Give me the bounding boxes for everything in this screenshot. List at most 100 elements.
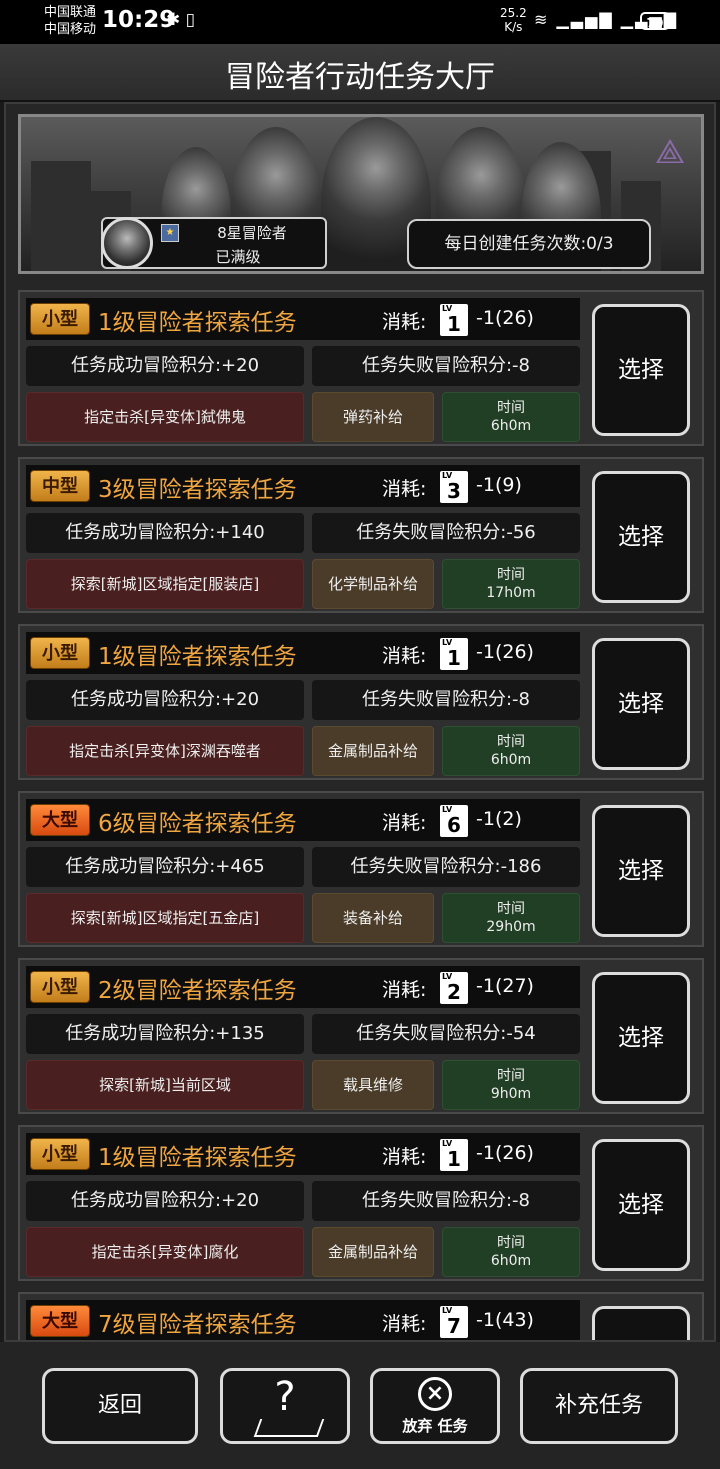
task-duration: 时间 17h0m	[442, 559, 580, 609]
level-number: 1	[447, 646, 461, 670]
select-task-button[interactable]	[592, 1306, 690, 1340]
select-task-button[interactable]: 选择	[592, 805, 690, 937]
level-card-icon: LV 1	[440, 638, 468, 670]
task-duration: 时间 29h0m	[442, 893, 580, 943]
time-label: 时间	[497, 901, 525, 917]
back-button[interactable]: 返回	[42, 1368, 198, 1444]
clock: 10:29	[102, 7, 176, 33]
cost-label: 消耗:	[382, 311, 427, 333]
supply-reward: 装备补给	[312, 893, 434, 943]
task-duration: 时间 6h0m	[442, 726, 580, 776]
task-duration: 时间 9h0m	[442, 1060, 580, 1110]
cost-label: 消耗:	[382, 812, 427, 834]
success-score: 任务成功冒险积分:+135	[26, 1014, 304, 1054]
level-card-icon: LV 1	[440, 304, 468, 336]
supply-reward: 载具维修	[312, 1060, 434, 1110]
task-target: 指定击杀[异变体]腐化	[26, 1227, 304, 1277]
level-number: 2	[447, 980, 461, 1004]
task-size-badge: 小型	[30, 637, 90, 669]
rank-name: 8星冒险者	[217, 224, 287, 242]
fail-score: 任务失败冒险积分:-8	[312, 1181, 580, 1221]
rank-star-icon: ★	[161, 224, 179, 242]
task-size-badge: 中型	[30, 470, 90, 502]
fail-score: 任务失败冒险积分:-56	[312, 513, 580, 553]
time-value: 17h0m	[486, 585, 536, 601]
cost-value: -1(2)	[476, 808, 522, 830]
fail-score: 任务失败冒险积分:-54	[312, 1014, 580, 1054]
level-card-icon: LV 7	[440, 1306, 468, 1338]
cost-value: -1(43)	[476, 1309, 534, 1331]
level-number: 7	[447, 1314, 461, 1338]
task-name: 2级冒险者探索任务	[98, 978, 297, 1004]
task-card: 小型 1级冒险者探索任务 消耗: LV 1 -1(26) 任务成功冒险积分:+20 任务失败冒…	[18, 1125, 704, 1281]
success-score: 任务成功冒险积分:+140	[26, 513, 304, 553]
task-name: 1级冒险者探索任务	[98, 310, 297, 336]
level-number: 6	[447, 813, 461, 837]
carrier-1: 中国联通	[44, 5, 97, 20]
task-card: 大型 7级冒险者探索任务 消耗: LV 7 -1(43)	[18, 1292, 704, 1340]
fail-score: 任务失败冒险积分:-8	[312, 680, 580, 720]
select-task-button[interactable]: 选择	[592, 638, 690, 770]
select-task-button[interactable]: 选择	[592, 1139, 690, 1271]
abandon-task-button[interactable]: × 放弃 任务	[370, 1368, 500, 1444]
time-value: 6h0m	[490, 418, 532, 434]
supply-reward: 金属制品补给	[312, 726, 434, 776]
task-hall-panel: ⟁ ★ 8星冒险者 已满级 每日创建任务次数:0/3 小型 1级冒险者探索任务 消耗…	[4, 102, 716, 1342]
bluetooth-vibrate-icons: ✱ ▯	[166, 10, 196, 30]
replenish-task-button[interactable]: 补充任务	[520, 1368, 678, 1444]
success-score: 任务成功冒险积分:+465	[26, 847, 304, 887]
triangle-emblem-icon: ⟁	[654, 132, 686, 172]
supply-reward: 弹药补给	[312, 392, 434, 442]
time-value: 9h0m	[490, 1086, 532, 1102]
cost-label: 消耗:	[382, 1313, 427, 1335]
task-size-badge: 小型	[30, 1138, 90, 1170]
question-map-icon: ?	[274, 1374, 296, 1420]
cost-value: -1(9)	[476, 474, 522, 496]
supply-reward: 化学制品补给	[312, 559, 434, 609]
time-value: 29h0m	[486, 919, 536, 935]
task-name: 1级冒险者探索任务	[98, 644, 297, 670]
task-target: 探索[新城]当前区域	[26, 1060, 304, 1110]
level-status: 已满级	[215, 248, 261, 266]
abandon-label: 放弃 任务	[402, 1417, 468, 1435]
task-size-badge: 小型	[30, 303, 90, 335]
task-name: 3级冒险者探索任务	[98, 477, 297, 503]
select-task-button[interactable]: 选择	[592, 471, 690, 603]
level-card-icon: LV 1	[440, 1139, 468, 1171]
task-duration: 时间 6h0m	[442, 1227, 580, 1277]
rank-panel[interactable]: ★ 8星冒险者 已满级	[101, 217, 327, 269]
fail-score: 任务失败冒险积分:-186	[312, 847, 580, 887]
title-bar: 冒险者行动任务大厅	[0, 44, 720, 102]
level-card-icon: LV 6	[440, 805, 468, 837]
time-label: 时间	[497, 734, 525, 750]
cost-value: -1(26)	[476, 1142, 534, 1164]
task-header: 小型 2级冒险者探索任务 消耗: LV 2 -1(27)	[26, 966, 580, 1008]
task-target: 指定击杀[异变体]弑佛鬼	[26, 392, 304, 442]
cost-label: 消耗:	[382, 979, 427, 1001]
task-card: 中型 3级冒险者探索任务 消耗: LV 3 -1(9) 任务成功冒险积分:+140 任务失败冒…	[18, 457, 704, 613]
success-score: 任务成功冒险积分:+20	[26, 1181, 304, 1221]
task-header: 中型 3级冒险者探索任务 消耗: LV 3 -1(9)	[26, 465, 580, 507]
task-name: 1级冒险者探索任务	[98, 1145, 297, 1171]
task-size-badge: 大型	[30, 804, 90, 836]
select-task-button[interactable]: 选择	[592, 304, 690, 436]
page-title: 冒险者行动任务大厅	[225, 60, 495, 95]
network-speed: 25.2 K/s	[500, 6, 527, 34]
status-bar: 中国联通 中国移动 10:29 ✱ ▯ 25.2 K/s ≋ ▁▃▅▇ ▁▃▅▇…	[0, 0, 720, 44]
time-label: 时间	[497, 400, 525, 416]
task-name: 7级冒险者探索任务	[98, 1312, 297, 1338]
success-score: 任务成功冒险积分:+20	[26, 346, 304, 386]
adventurer-banner: ⟁ ★ 8星冒险者 已满级 每日创建任务次数:0/3	[18, 114, 704, 274]
help-button[interactable]: ?	[220, 1368, 350, 1444]
task-duration: 时间 6h0m	[442, 392, 580, 442]
time-value: 6h0m	[490, 1253, 532, 1269]
task-header: 大型 7级冒险者探索任务 消耗: LV 7 -1(43)	[26, 1300, 580, 1340]
cost-value: -1(26)	[476, 307, 534, 329]
select-task-button[interactable]: 选择	[592, 972, 690, 1104]
task-card: 小型 1级冒险者探索任务 消耗: LV 1 -1(26) 任务成功冒险积分:+20 任务失败冒…	[18, 290, 704, 446]
map-base-icon	[253, 1419, 325, 1437]
task-target: 探索[新城]区域指定[服装店]	[26, 559, 304, 609]
task-header: 小型 1级冒险者探索任务 消耗: LV 1 -1(26)	[26, 1133, 580, 1175]
avatar[interactable]	[101, 217, 153, 269]
task-size-badge: 大型	[30, 1305, 90, 1337]
